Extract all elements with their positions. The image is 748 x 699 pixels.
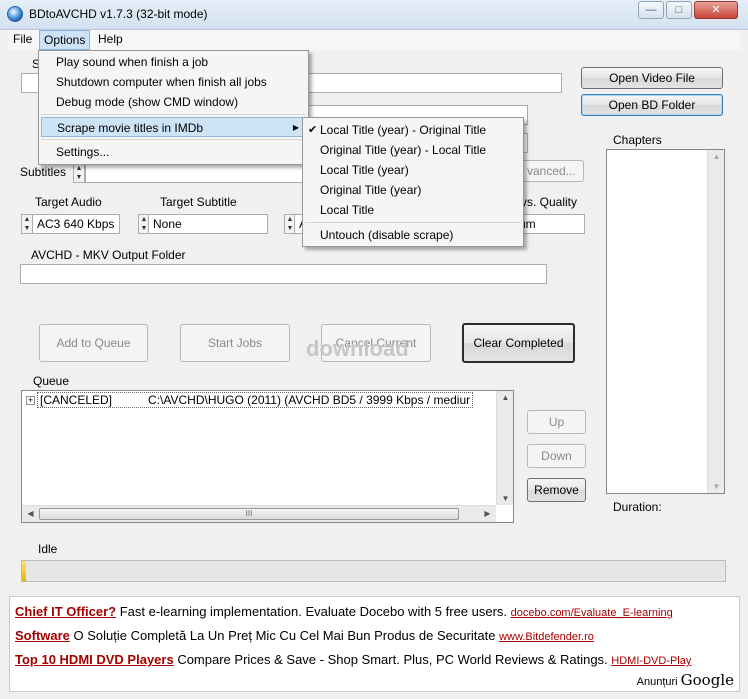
advanced-button[interactable]: vanced... xyxy=(516,160,584,182)
scroll-right-arrow-icon[interactable]: ▶ xyxy=(479,509,496,518)
queue-horizontal-scrollbar[interactable]: ◀ III ▶ xyxy=(22,505,496,522)
download-watermark: download xyxy=(306,336,409,361)
ad-url-link[interactable]: www.Bitdefender.ro xyxy=(499,631,594,643)
menu-file[interactable]: File xyxy=(9,30,36,50)
status-text: Idle xyxy=(38,542,58,556)
ad-panel: Chief IT Officer? Fast e-learning implem… xyxy=(9,596,740,692)
submenu-item-original-year[interactable]: Original Title (year) xyxy=(305,180,521,200)
queue-row-detail: C:\AVCHD\HUGO (2011) (AVCHD BD5 / 3999 K… xyxy=(148,393,471,407)
progress-fill xyxy=(22,561,26,581)
add-to-queue-button[interactable]: Add to Queue xyxy=(39,324,148,362)
queue-row[interactable]: + [CANCELED] C:\AVCHD\HUGO (2011) (AVCHD B… xyxy=(26,392,474,408)
imdb-scrape-submenu: ✔ Local Title (year) - Original Title Or… xyxy=(302,117,524,247)
menu-item-play-sound[interactable]: Play sound when finish a job xyxy=(41,52,306,72)
ad-text: Fast e-learning implementation. Evaluate… xyxy=(116,604,511,619)
subtitles-label: Subtitles xyxy=(20,165,67,179)
submenu-item-local-title[interactable]: Local Title xyxy=(305,200,521,220)
submenu-item-local-year[interactable]: Local Title (year) xyxy=(305,160,521,180)
target-subtitle-label: Target Subtitle xyxy=(160,195,237,209)
ad-title-link[interactable]: Software xyxy=(15,628,70,643)
scroll-down-arrow-icon[interactable]: ▼ xyxy=(497,494,514,503)
maximize-button[interactable]: □ xyxy=(666,1,692,19)
chapters-list[interactable]: ▲ ▼ xyxy=(606,149,725,494)
scroll-left-arrow-icon[interactable]: ◀ xyxy=(22,509,39,518)
ad-line: Chief IT Officer? Fast e-learning implem… xyxy=(15,604,673,619)
menu-separator xyxy=(41,139,306,140)
open-bd-folder-button[interactable]: Open BD Folder xyxy=(581,94,723,116)
down-button[interactable]: Down xyxy=(527,444,586,468)
menu-item-scrape-imdb-label: Scrape movie titles in IMDb xyxy=(57,121,204,135)
expand-icon[interactable]: + xyxy=(26,396,35,406)
scroll-thumb[interactable]: III xyxy=(39,508,459,520)
queue-label: Queue xyxy=(33,374,70,388)
scroll-up-arrow-icon[interactable]: ▲ xyxy=(708,152,725,161)
ads-by-label: Anunțuri xyxy=(636,676,681,688)
options-menu: Play sound when finish a job Shutdown co… xyxy=(38,50,309,165)
ad-line: Software O Soluție Completă La Un Preț M… xyxy=(15,628,594,643)
window-title: BDtoAVCHD v1.7.3 (32-bit mode) xyxy=(29,7,208,21)
ad-text: O Soluție Completă La Un Preț Mic Cu Cel… xyxy=(69,628,500,643)
close-button[interactable]: ✕ xyxy=(694,1,738,19)
ad-title-link[interactable]: Top 10 HDMI DVD Players xyxy=(15,652,174,667)
quality-field[interactable]: um xyxy=(514,214,585,234)
scroll-down-arrow-icon[interactable]: ▼ xyxy=(708,482,725,491)
scroll-up-arrow-icon[interactable]: ▲ xyxy=(497,393,514,402)
queue-list[interactable]: + [CANCELED] C:\AVCHD\HUGO (2011) (AVCHD B… xyxy=(21,390,514,523)
menu-help[interactable]: Help xyxy=(94,30,127,50)
target-audio-field[interactable]: AC3 640 Kbps xyxy=(32,214,120,234)
open-video-file-button[interactable]: Open Video File xyxy=(581,67,723,89)
ad-url-link[interactable]: HDMI-DVD-Play xyxy=(611,655,691,667)
ad-text: Compare Prices & Save - Shop Smart. Plus… xyxy=(173,652,612,667)
menu-separator xyxy=(305,222,521,223)
quality-label: ys. Quality xyxy=(521,195,578,209)
ad-title-link[interactable]: Chief IT Officer? xyxy=(15,604,116,619)
submenu-arrow-icon: ▶ xyxy=(292,123,299,132)
check-icon: ✔ xyxy=(308,124,318,136)
menu-options[interactable]: Options xyxy=(39,30,91,50)
ad-line: Top 10 HDMI DVD Players Compare Prices &… xyxy=(15,652,691,667)
chapters-vertical-scrollbar[interactable]: ▲ ▼ xyxy=(707,150,724,493)
queue-vertical-scrollbar[interactable]: ▲ ▼ xyxy=(496,391,513,505)
app-icon xyxy=(7,6,23,22)
minimize-button[interactable]: — xyxy=(638,1,664,19)
start-jobs-button[interactable]: Start Jobs xyxy=(180,324,290,362)
progress-bar xyxy=(21,560,726,582)
menu-item-settings[interactable]: Settings... xyxy=(41,142,306,162)
remove-button[interactable]: Remove xyxy=(527,478,586,502)
ads-by-brand: Google xyxy=(680,671,734,689)
menu-item-debug-mode[interactable]: Debug mode (show CMD window) xyxy=(41,92,306,112)
menu-item-scrape-imdb[interactable]: Scrape movie titles in IMDb ▶ xyxy=(41,117,306,137)
ads-by-google[interactable]: Anunțuri Google xyxy=(637,671,734,689)
up-button[interactable]: Up xyxy=(527,410,586,434)
target-audio-label: Target Audio xyxy=(35,195,102,209)
clear-completed-button[interactable]: Clear Completed xyxy=(462,323,575,363)
submenu-item-local-year-original[interactable]: ✔ Local Title (year) - Original Title xyxy=(305,120,521,140)
output-folder-label: AVCHD - MKV Output Folder xyxy=(31,248,186,262)
queue-row-status: [CANCELED] xyxy=(40,393,113,407)
ad-url-link[interactable]: docebo.com/Evaluate_E-learning xyxy=(511,607,673,619)
submenu-item-label: Local Title (year) - Original Title xyxy=(320,123,487,137)
subtitles-field[interactable] xyxy=(85,163,305,183)
menu-item-shutdown[interactable]: Shutdown computer when finish all jobs xyxy=(41,72,306,92)
submenu-item-original-year-local[interactable]: Original Title (year) - Local Title xyxy=(305,140,521,160)
subtitles-spinner[interactable]: ▲ ▼ xyxy=(73,163,85,183)
duration-label: Duration: xyxy=(613,500,662,514)
chapters-label: Chapters xyxy=(613,133,662,147)
submenu-item-untouch[interactable]: Untouch (disable scrape) xyxy=(305,225,521,245)
menu-separator xyxy=(41,114,306,115)
output-folder-field[interactable] xyxy=(20,264,547,284)
target-subtitle-field[interactable]: None xyxy=(148,214,268,234)
